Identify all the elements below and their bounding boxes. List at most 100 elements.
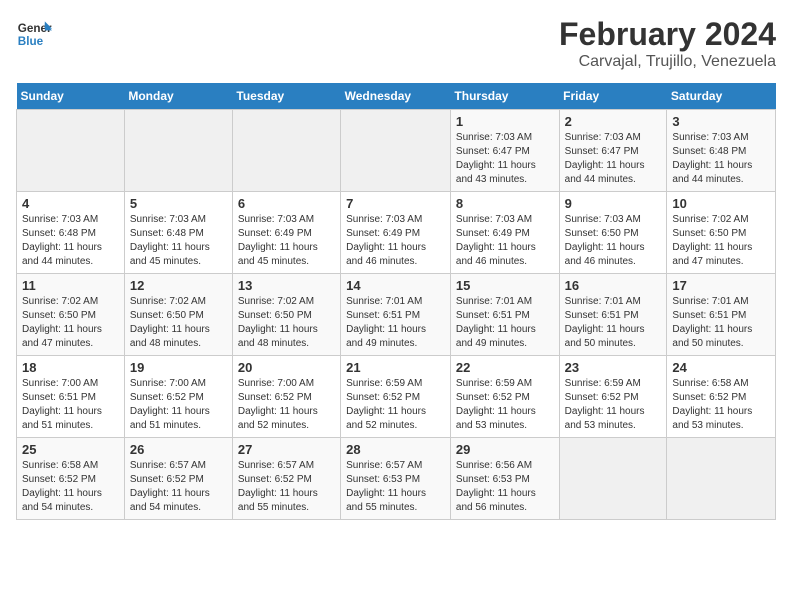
calendar-cell: 22 Sunrise: 6:59 AMSunset: 6:52 PMDayligh… (450, 356, 559, 438)
weekday-header-friday: Friday (559, 83, 667, 110)
calendar-cell: 18Sunrise: 7:00 AMSunset: 6:51 PMDayligh… (17, 356, 125, 438)
calendar-week-2: 4 Sunrise: 7:03 AMSunset: 6:48 PMDaylight… (17, 192, 776, 274)
day-detail: Sunrise: 7:00 AMSunset: 6:51 PMDaylight:… (22, 377, 119, 433)
title-area: February 2024 Carvajal, Trujillo, Venezu… (559, 16, 776, 71)
day-number: 24 (672, 360, 770, 375)
svg-text:Blue: Blue (18, 35, 44, 48)
day-detail: Sunrise: 7:02 AMSunset: 6:50 PMDaylight:… (672, 213, 770, 269)
calendar-week-1: 1 Sunrise: 7:03 AMSunset: 6:47 PMDaylight… (17, 110, 776, 192)
calendar-week-3: 11 Sunrise: 7:02 AMSunset: 6:50 PMDayligh… (17, 274, 776, 356)
calendar-cell: 21 Sunrise: 6:59 AMSunset: 6:52 PMDayligh… (341, 356, 451, 438)
calendar-cell (341, 110, 451, 192)
day-detail: Sunrise: 7:03 AMSunset: 6:47 PMDaylight:… (456, 131, 554, 187)
day-number: 21 (346, 360, 445, 375)
day-detail: Sunrise: 7:01 AMSunset: 6:51 PMDaylight:… (672, 295, 770, 351)
calendar-cell: 20 Sunrise: 7:00 AMSunset: 6:52 PMDayligh… (232, 356, 340, 438)
calendar-cell: 16 Sunrise: 7:01 AMSunset: 6:51 PMDayligh… (559, 274, 667, 356)
calendar-cell: 25Sunrise: 6:58 AMSunset: 6:52 PMDayligh… (17, 438, 125, 520)
day-detail: Sunrise: 6:57 AMSunset: 6:52 PMDaylight:… (238, 459, 335, 515)
day-detail: Sunrise: 7:03 AMSunset: 6:47 PMDaylight:… (565, 131, 662, 187)
day-detail: Sunrise: 7:03 AMSunset: 6:48 PMDaylight:… (130, 213, 227, 269)
day-number: 4 (22, 196, 119, 211)
calendar-cell: 27Sunrise: 6:57 AMSunset: 6:52 PMDayligh… (232, 438, 340, 520)
calendar-cell: 17 Sunrise: 7:01 AMSunset: 6:51 PMDayligh… (667, 274, 776, 356)
calendar-cell: 7 Sunrise: 7:03 AMSunset: 6:49 PMDaylight… (341, 192, 451, 274)
day-detail: Sunrise: 6:59 AMSunset: 6:52 PMDaylight:… (456, 377, 554, 433)
day-detail: Sunrise: 7:03 AMSunset: 6:50 PMDaylight:… (565, 213, 662, 269)
day-number: 25 (22, 442, 119, 457)
calendar-cell: 11Sunrise: 7:02 AMSunset: 6:50 PMDayligh… (17, 274, 125, 356)
calendar-cell: 29 Sunrise: 6:56 AMSunset: 6:53 PMDayligh… (450, 438, 559, 520)
day-number: 23 (565, 360, 662, 375)
day-detail: Sunrise: 7:03 AMSunset: 6:49 PMDaylight:… (238, 213, 335, 269)
calendar-cell: 1 Sunrise: 7:03 AMSunset: 6:47 PMDaylight… (450, 110, 559, 192)
calendar-cell: 28Sunrise: 6:57 AMSunset: 6:53 PMDayligh… (341, 438, 451, 520)
day-detail: Sunrise: 7:03 AMSunset: 6:49 PMDaylight:… (346, 213, 445, 269)
day-detail: Sunrise: 7:01 AMSunset: 6:51 PMDaylight:… (456, 295, 554, 351)
page-subtitle: Carvajal, Trujillo, Venezuela (559, 53, 776, 71)
day-detail: Sunrise: 6:58 AMSunset: 6:52 PMDaylight:… (672, 377, 770, 433)
day-detail: Sunrise: 7:00 AMSunset: 6:52 PMDaylight:… (238, 377, 335, 433)
day-detail: Sunrise: 7:03 AMSunset: 6:48 PMDaylight:… (22, 213, 119, 269)
day-number: 2 (565, 114, 662, 129)
day-number: 26 (130, 442, 227, 457)
calendar-cell: 15 Sunrise: 7:01 AMSunset: 6:51 PMDayligh… (450, 274, 559, 356)
calendar-week-5: 25Sunrise: 6:58 AMSunset: 6:52 PMDayligh… (17, 438, 776, 520)
day-detail: Sunrise: 7:02 AMSunset: 6:50 PMDaylight:… (238, 295, 335, 351)
weekday-header-tuesday: Tuesday (232, 83, 340, 110)
calendar-cell: 6Sunrise: 7:03 AMSunset: 6:49 PMDaylight… (232, 192, 340, 274)
calendar-cell: 10 Sunrise: 7:02 AMSunset: 6:50 PMDayligh… (667, 192, 776, 274)
day-detail: Sunrise: 6:59 AMSunset: 6:52 PMDaylight:… (346, 377, 445, 433)
day-number: 7 (346, 196, 445, 211)
calendar-cell: 12 Sunrise: 7:02 AMSunset: 6:50 PMDayligh… (124, 274, 232, 356)
weekday-header-row: SundayMondayTuesdayWednesdayThursdayFrid… (17, 83, 776, 110)
weekday-header-thursday: Thursday (450, 83, 559, 110)
day-number: 9 (565, 196, 662, 211)
day-detail: Sunrise: 6:57 AMSunset: 6:52 PMDaylight:… (130, 459, 227, 515)
day-detail: Sunrise: 7:01 AMSunset: 6:51 PMDaylight:… (346, 295, 445, 351)
weekday-header-saturday: Saturday (667, 83, 776, 110)
calendar-table: SundayMondayTuesdayWednesdayThursdayFrid… (16, 83, 776, 520)
day-number: 5 (130, 196, 227, 211)
day-number: 15 (456, 278, 554, 293)
calendar-cell: 26 Sunrise: 6:57 AMSunset: 6:52 PMDayligh… (124, 438, 232, 520)
calendar-cell: 8 Sunrise: 7:03 AMSunset: 6:49 PMDaylight… (450, 192, 559, 274)
day-number: 20 (238, 360, 335, 375)
day-number: 3 (672, 114, 770, 129)
weekday-header-sunday: Sunday (17, 83, 125, 110)
day-detail: Sunrise: 6:57 AMSunset: 6:53 PMDaylight:… (346, 459, 445, 515)
calendar-cell: 13 Sunrise: 7:02 AMSunset: 6:50 PMDayligh… (232, 274, 340, 356)
calendar-cell: 5 Sunrise: 7:03 AMSunset: 6:48 PMDaylight… (124, 192, 232, 274)
calendar-cell: 9 Sunrise: 7:03 AMSunset: 6:50 PMDaylight… (559, 192, 667, 274)
calendar-cell (17, 110, 125, 192)
calendar-cell (559, 438, 667, 520)
calendar-cell: 19Sunrise: 7:00 AMSunset: 6:52 PMDayligh… (124, 356, 232, 438)
day-detail: Sunrise: 6:59 AMSunset: 6:52 PMDaylight:… (565, 377, 662, 433)
day-number: 12 (130, 278, 227, 293)
day-number: 11 (22, 278, 119, 293)
day-number: 13 (238, 278, 335, 293)
calendar-cell (232, 110, 340, 192)
logo: General Blue (16, 16, 52, 52)
calendar-cell: 4 Sunrise: 7:03 AMSunset: 6:48 PMDaylight… (17, 192, 125, 274)
calendar-cell: 23 Sunrise: 6:59 AMSunset: 6:52 PMDayligh… (559, 356, 667, 438)
day-number: 29 (456, 442, 554, 457)
day-number: 16 (565, 278, 662, 293)
page-header: General Blue February 2024 Carvajal, Tru… (16, 16, 776, 71)
calendar-cell: 24 Sunrise: 6:58 AMSunset: 6:52 PMDayligh… (667, 356, 776, 438)
weekday-header-monday: Monday (124, 83, 232, 110)
day-detail: Sunrise: 6:56 AMSunset: 6:53 PMDaylight:… (456, 459, 554, 515)
page-title: February 2024 (559, 16, 776, 53)
day-detail: Sunrise: 7:03 AMSunset: 6:49 PMDaylight:… (456, 213, 554, 269)
day-number: 19 (130, 360, 227, 375)
day-number: 22 (456, 360, 554, 375)
weekday-header-wednesday: Wednesday (341, 83, 451, 110)
day-number: 10 (672, 196, 770, 211)
day-detail: Sunrise: 7:01 AMSunset: 6:51 PMDaylight:… (565, 295, 662, 351)
day-number: 8 (456, 196, 554, 211)
day-number: 1 (456, 114, 554, 129)
day-number: 17 (672, 278, 770, 293)
logo-icon: General Blue (16, 16, 52, 52)
day-detail: Sunrise: 7:02 AMSunset: 6:50 PMDaylight:… (130, 295, 227, 351)
calendar-cell (124, 110, 232, 192)
